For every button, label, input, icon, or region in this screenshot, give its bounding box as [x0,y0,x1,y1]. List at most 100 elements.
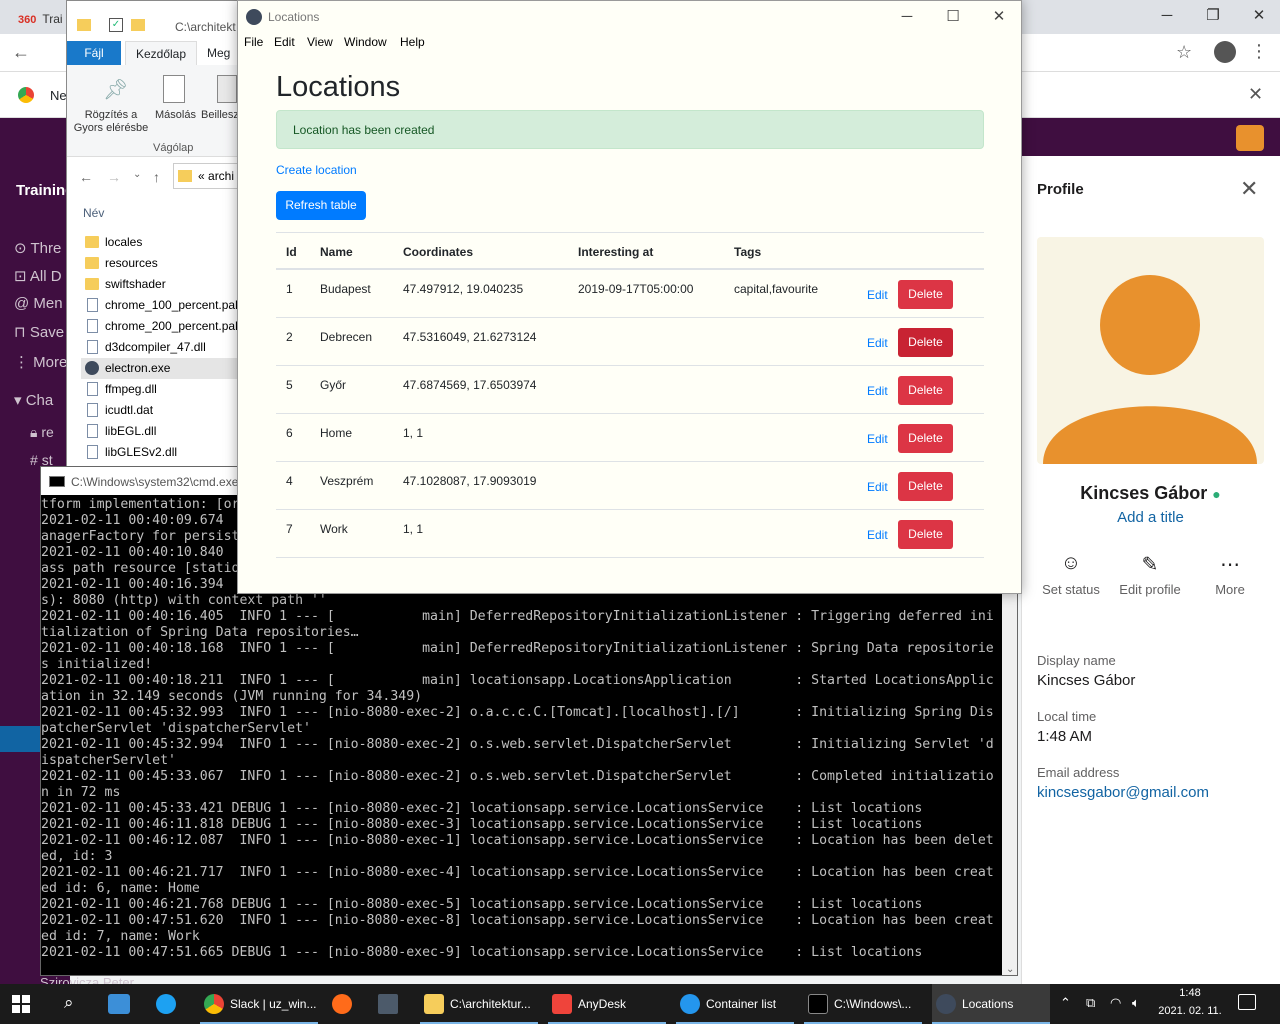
menu-window[interactable]: Window [344,35,387,49]
taskbar-item-explorer[interactable]: C:\architektur... [420,984,538,1024]
menu-view[interactable]: View [307,35,333,49]
menu-bar: File Edit View Window Help [238,33,1021,53]
sidebar-item-saved[interactable]: ⊓ Save [14,323,64,341]
set-status-button[interactable]: ☺ Set status [1031,552,1111,597]
search-icon[interactable]: ⌕ [64,993,74,1013]
minimize-icon[interactable]: ─ [1144,4,1190,30]
file-row[interactable]: electron.exe [81,358,237,379]
file-row[interactable]: d3dcompiler_47.dll [81,337,237,358]
file-row[interactable]: libGLESv2.dll [81,442,237,463]
menu-dots-icon[interactable]: ⋮ [1250,41,1268,62]
cell-name: Veszprém [320,474,374,488]
restore-icon[interactable]: ❐ [1190,4,1236,30]
create-location-link[interactable]: Create location [276,163,357,177]
edge-icon[interactable] [156,994,176,1014]
delete-button[interactable]: Delete [898,328,953,357]
edit-link[interactable]: Edit [867,288,888,302]
delete-button[interactable]: Delete [898,280,953,309]
taskbar-item-cmd[interactable]: C:\Windows\... [804,984,922,1024]
sidebar-item-more[interactable]: ⋮ More [14,353,67,371]
file-row[interactable]: ffmpeg.dll [81,379,237,400]
checkbox-icon[interactable]: ✓ [109,18,123,32]
file-row[interactable]: icudtl.dat [81,400,237,421]
delete-button[interactable]: Delete [898,520,953,549]
calculator-icon[interactable] [378,994,398,1014]
cmd-line: 2021-02-11 00:46:11.818 DEBUG 1 --- [nio… [41,817,923,832]
paste-button[interactable]: Beillesz [201,109,239,121]
browser-tab[interactable]: 360 Trai [8,4,68,34]
back-icon[interactable]: ← [79,169,93,185]
edit-link[interactable]: Edit [867,336,888,350]
tab-share[interactable]: Meg [207,41,230,65]
close-icon[interactable]: ✕ [1236,4,1280,30]
minimize-icon[interactable]: ─ [884,5,930,31]
pin-quick-access-button[interactable]: Rögzítés a Gyors elérésbe [73,109,149,135]
email-link[interactable]: kincsesgabor@gmail.com [1037,784,1209,801]
edit-profile-button[interactable]: ✎ Edit profile [1110,552,1190,597]
close-icon[interactable]: ✕ [976,5,1022,31]
clock-date[interactable]: 2021. 02. 11. [1155,1005,1225,1017]
copy-button[interactable]: Másolás [155,109,196,121]
back-icon[interactable]: ← [12,42,30,63]
edit-link[interactable]: Edit [867,384,888,398]
bookmark-star-icon[interactable]: ☆ [1176,42,1192,63]
wifi-icon[interactable]: ◠ [1110,995,1121,1011]
pin-icon: 📌︎ [103,79,129,101]
profile-avatar-icon[interactable] [1214,41,1236,63]
folder-icon [85,257,99,269]
address-bar[interactable]: « archi [173,163,239,189]
cmd-line: 2021-02-11 00:45:32.994 INFO 1 --- [nio-… [41,737,994,752]
new-folder-icon[interactable] [131,19,145,31]
close-icon[interactable]: ✕ [1248,84,1263,105]
tab-file[interactable]: Fájl [67,41,121,65]
edit-link[interactable]: Edit [867,528,888,542]
edit-link[interactable]: Edit [867,432,888,446]
sidebar-item-mentions[interactable]: @ Men [14,295,63,312]
file-row[interactable]: swiftshader [81,274,237,295]
cell-id: 1 [286,282,293,296]
refresh-table-button[interactable]: Refresh table [276,191,366,220]
maximize-icon[interactable]: ☐ [930,5,976,31]
menu-help[interactable]: Help [400,35,425,49]
network-icon[interactable]: ⧉ [1086,995,1095,1011]
more-actions-button[interactable]: ⋯ More [1190,552,1270,597]
sidebar-item-all-dms[interactable]: ⊡ All D [14,267,62,285]
file-row[interactable]: resources [81,253,237,274]
delete-button[interactable]: Delete [898,376,953,405]
taskbar-item-locations[interactable]: Locations [932,984,1050,1024]
menu-file[interactable]: File [244,35,263,49]
profile-avatar [1037,237,1264,464]
clock-time[interactable]: 1:48 [1160,987,1220,999]
delete-button[interactable]: Delete [898,424,953,453]
taskbar-item-slack[interactable]: Slack | uz_win... [200,984,318,1024]
avatar[interactable] [1236,125,1264,151]
taskbar-item-container-list[interactable]: Container list [676,984,794,1024]
firefox-icon[interactable] [332,994,352,1014]
delete-button[interactable]: Delete [898,472,953,501]
file-row[interactable]: libEGL.dll [81,421,237,442]
windows-start-icon[interactable] [12,995,30,1013]
file-row[interactable]: locales [81,232,237,253]
sidebar-section-channels[interactable]: ▾ Cha [14,391,53,409]
volume-icon[interactable]: 🔈︎ [1132,995,1140,1011]
local-time-value: 1:48 AM [1037,728,1093,745]
file-name: chrome_100_percent.pak [105,298,237,312]
file-row[interactable]: chrome_100_percent.pak [81,295,237,316]
column-header-name[interactable]: Név [83,206,104,220]
tab-home[interactable]: Kezdőlap [125,41,197,65]
file-row[interactable]: chrome_200_percent.pak [81,316,237,337]
up-icon[interactable]: ↑ [153,169,160,185]
edit-link[interactable]: Edit [867,480,888,494]
chevron-up-icon[interactable]: ⌃ [1060,995,1071,1011]
sidebar-item-threads[interactable]: ⊙ Thre [14,239,61,257]
forward-icon[interactable]: → [107,169,121,185]
scroll-down-icon[interactable]: ⌄ [1006,964,1014,975]
task-view-app-icon[interactable] [108,994,130,1014]
notification-icon[interactable] [1238,994,1256,1010]
sidebar-channel[interactable]: 🔒︎ re [30,424,54,441]
taskbar-item-anydesk[interactable]: AnyDesk [548,984,666,1024]
chevron-down-icon[interactable]: ⌄ [133,169,141,180]
close-icon[interactable]: ✕ [1240,176,1258,202]
add-title-link[interactable]: Add a title [1021,509,1280,526]
menu-edit[interactable]: Edit [274,35,295,49]
